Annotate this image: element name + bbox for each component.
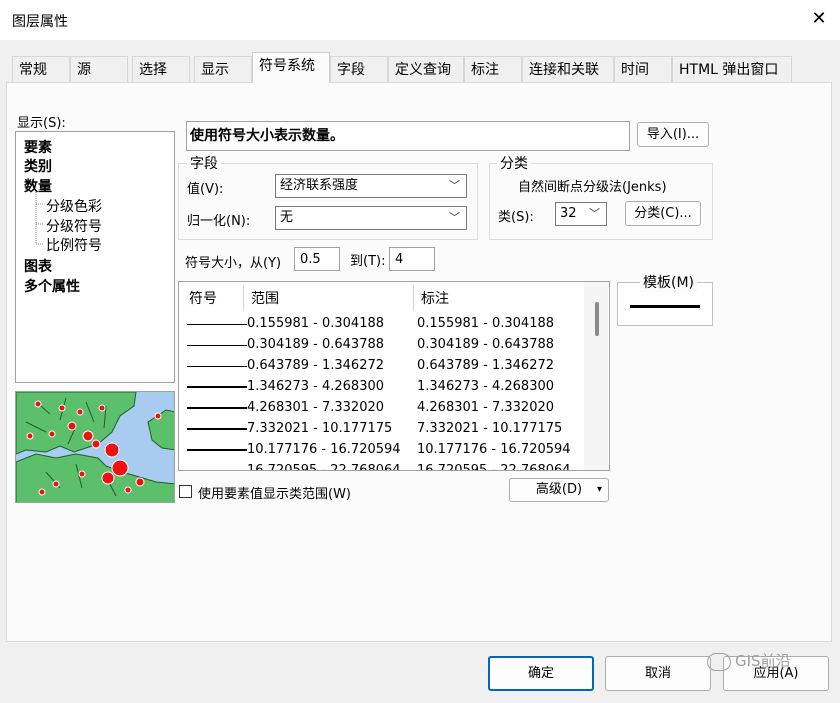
label-cell[interactable]: 0.155981 - 0.304188: [417, 316, 554, 331]
show-tree: 要素 类别 数量 分级色彩 分级符号 比例符号 图表 多个属性: [15, 131, 175, 383]
tab-source[interactable]: 源: [70, 56, 128, 82]
symbol-size-to-label: 到(T):: [350, 254, 386, 269]
close-icon[interactable]: ✕: [806, 6, 832, 32]
tab-joins-relates[interactable]: 连接和关联: [522, 56, 614, 82]
tab-strip: 常规 源 选择 显示 符号系统 字段 定义查询 标注 连接和关联 时间 HTML…: [12, 52, 812, 84]
line-symbol-swatch[interactable]: [187, 386, 247, 388]
tab-html-popup[interactable]: HTML 弹出窗口: [672, 56, 792, 82]
tree-item-multiple-attributes[interactable]: 多个属性: [24, 276, 80, 296]
wechat-icon: [707, 652, 731, 671]
title-bar: [0, 0, 840, 40]
advanced-button-label: 高级(D): [535, 482, 583, 497]
table-scrollbar-thumb[interactable]: [595, 302, 599, 336]
template-line-symbol: [630, 305, 700, 308]
symbology-preview-map: [15, 391, 175, 503]
symbol-size-from-input[interactable]: 0.5: [294, 247, 340, 271]
tab-general[interactable]: 常规: [12, 56, 70, 82]
tab-selection[interactable]: 选择: [132, 56, 190, 82]
chevron-down-icon: ﹀: [589, 207, 600, 220]
class-table: 符号 范围 标注 0.155981 - 0.304188 0.155981 - 0…: [178, 281, 610, 471]
template-label: 模板(M): [640, 272, 698, 292]
label-cell[interactable]: 10.177176 - 16.720594: [417, 442, 571, 457]
line-symbol-swatch[interactable]: [187, 448, 247, 452]
fields-group-title: 字段: [187, 153, 221, 173]
range-cell: 4.268301 - 7.332020: [247, 400, 385, 415]
classify-button[interactable]: 分类(C)...: [625, 201, 701, 226]
value-field-select[interactable]: 经济联系强度 ﹀: [275, 174, 467, 198]
line-symbol-swatch[interactable]: [187, 323, 247, 325]
advanced-button[interactable]: 高级(D) ▾: [509, 478, 609, 502]
normalization-label: 归一化(N):: [187, 214, 251, 229]
tab-symbology[interactable]: 符号系统: [252, 52, 330, 83]
line-symbol-swatch[interactable]: [187, 344, 247, 346]
tab-definition-query[interactable]: 定义查询: [388, 56, 464, 82]
preview-map-graphic: [16, 392, 174, 502]
table-row[interactable]: 0.643789 - 1.346272 0.643789 - 1.346272: [179, 356, 579, 377]
label-cell[interactable]: 16.720595 - 22.768064: [417, 463, 571, 470]
classes-count-select[interactable]: 32 ﹀: [555, 202, 607, 226]
range-cell: 0.643789 - 1.346272: [247, 358, 385, 373]
line-symbol-swatch[interactable]: [187, 428, 247, 430]
chevron-down-icon: ﹀: [449, 179, 460, 192]
line-symbol-swatch[interactable]: [187, 365, 247, 367]
symbol-size-from-label: 符号大小，从(Y): [185, 256, 282, 271]
column-header-label[interactable]: 标注: [421, 288, 449, 308]
normalization-selected: 无: [280, 210, 294, 225]
value-field-selected: 经济联系强度: [280, 178, 359, 193]
range-cell: 10.177176 - 16.720594: [247, 442, 401, 457]
cancel-button[interactable]: 取消: [605, 656, 711, 691]
window-title: 图层属性: [12, 14, 68, 30]
range-cell: 16.720595 - 22.768064: [247, 463, 401, 471]
range-cell: 0.304189 - 0.643788: [247, 337, 385, 352]
table-row[interactable]: 16.720595 - 22.768064 16.720595 - 22.7680…: [179, 461, 579, 471]
column-header-range[interactable]: 范围: [251, 288, 279, 308]
line-symbol-swatch[interactable]: [187, 407, 247, 409]
normalization-select[interactable]: 无 ﹀: [275, 206, 467, 230]
label-cell[interactable]: 1.346273 - 4.268300: [417, 379, 554, 394]
table-row[interactable]: 4.268301 - 7.332020 4.268301 - 7.332020: [179, 398, 579, 419]
show-label: 显示(S):: [17, 116, 66, 131]
show-class-ranges-checkbox[interactable]: [179, 485, 192, 498]
column-divider: [413, 285, 414, 311]
label-cell[interactable]: 0.304189 - 0.643788: [417, 337, 554, 352]
label-cell[interactable]: 4.268301 - 7.332020: [417, 400, 554, 415]
chevron-down-icon: ﹀: [449, 211, 460, 224]
column-header-symbol[interactable]: 符号: [189, 288, 217, 308]
table-row[interactable]: 0.304189 - 0.643788 0.304189 - 0.643788: [179, 335, 579, 356]
symbol-size-to-input[interactable]: 4: [389, 247, 435, 271]
ok-button[interactable]: 确定: [488, 656, 594, 691]
value-label: 值(V):: [187, 182, 224, 197]
classes-count-selected: 32: [560, 206, 577, 221]
line-symbol-swatch[interactable]: [187, 469, 247, 470]
renderer-description: 使用符号大小表示数量。: [186, 121, 630, 151]
tree-connector-lines: [35, 192, 44, 245]
table-row[interactable]: 7.332021 - 10.177175 7.332021 - 10.177175: [179, 419, 579, 440]
watermark: GIS前沿: [707, 650, 791, 671]
tab-time[interactable]: 时间: [614, 56, 672, 82]
column-divider: [243, 285, 244, 311]
table-row[interactable]: 0.155981 - 0.304188 0.155981 - 0.304188: [179, 314, 579, 335]
watermark-text: GIS前沿: [735, 652, 791, 670]
label-cell[interactable]: 0.643789 - 1.346272: [417, 358, 554, 373]
tab-display[interactable]: 显示: [194, 56, 252, 82]
range-cell: 1.346273 - 4.268300: [247, 379, 385, 394]
range-cell: 7.332021 - 10.177175: [247, 421, 393, 436]
show-class-ranges-label: 使用要素值显示类范围(W): [198, 487, 351, 502]
tab-fields[interactable]: 字段: [330, 56, 388, 82]
classification-method: 自然间断点分级法(Jenks): [518, 180, 667, 195]
range-cell: 0.155981 - 0.304188: [247, 316, 385, 331]
label-cell[interactable]: 7.332021 - 10.177175: [417, 421, 562, 436]
tab-labels[interactable]: 标注: [464, 56, 522, 82]
table-row[interactable]: 10.177176 - 16.720594 10.177176 - 16.7205…: [179, 440, 579, 461]
table-row[interactable]: 1.346273 - 4.268300 1.346273 - 4.268300: [179, 377, 579, 398]
classes-label: 类(S):: [498, 210, 534, 225]
dropdown-arrow-icon: ▾: [596, 484, 602, 495]
classification-group-title: 分类: [497, 153, 531, 173]
import-button[interactable]: 导入(I)...: [637, 122, 709, 147]
